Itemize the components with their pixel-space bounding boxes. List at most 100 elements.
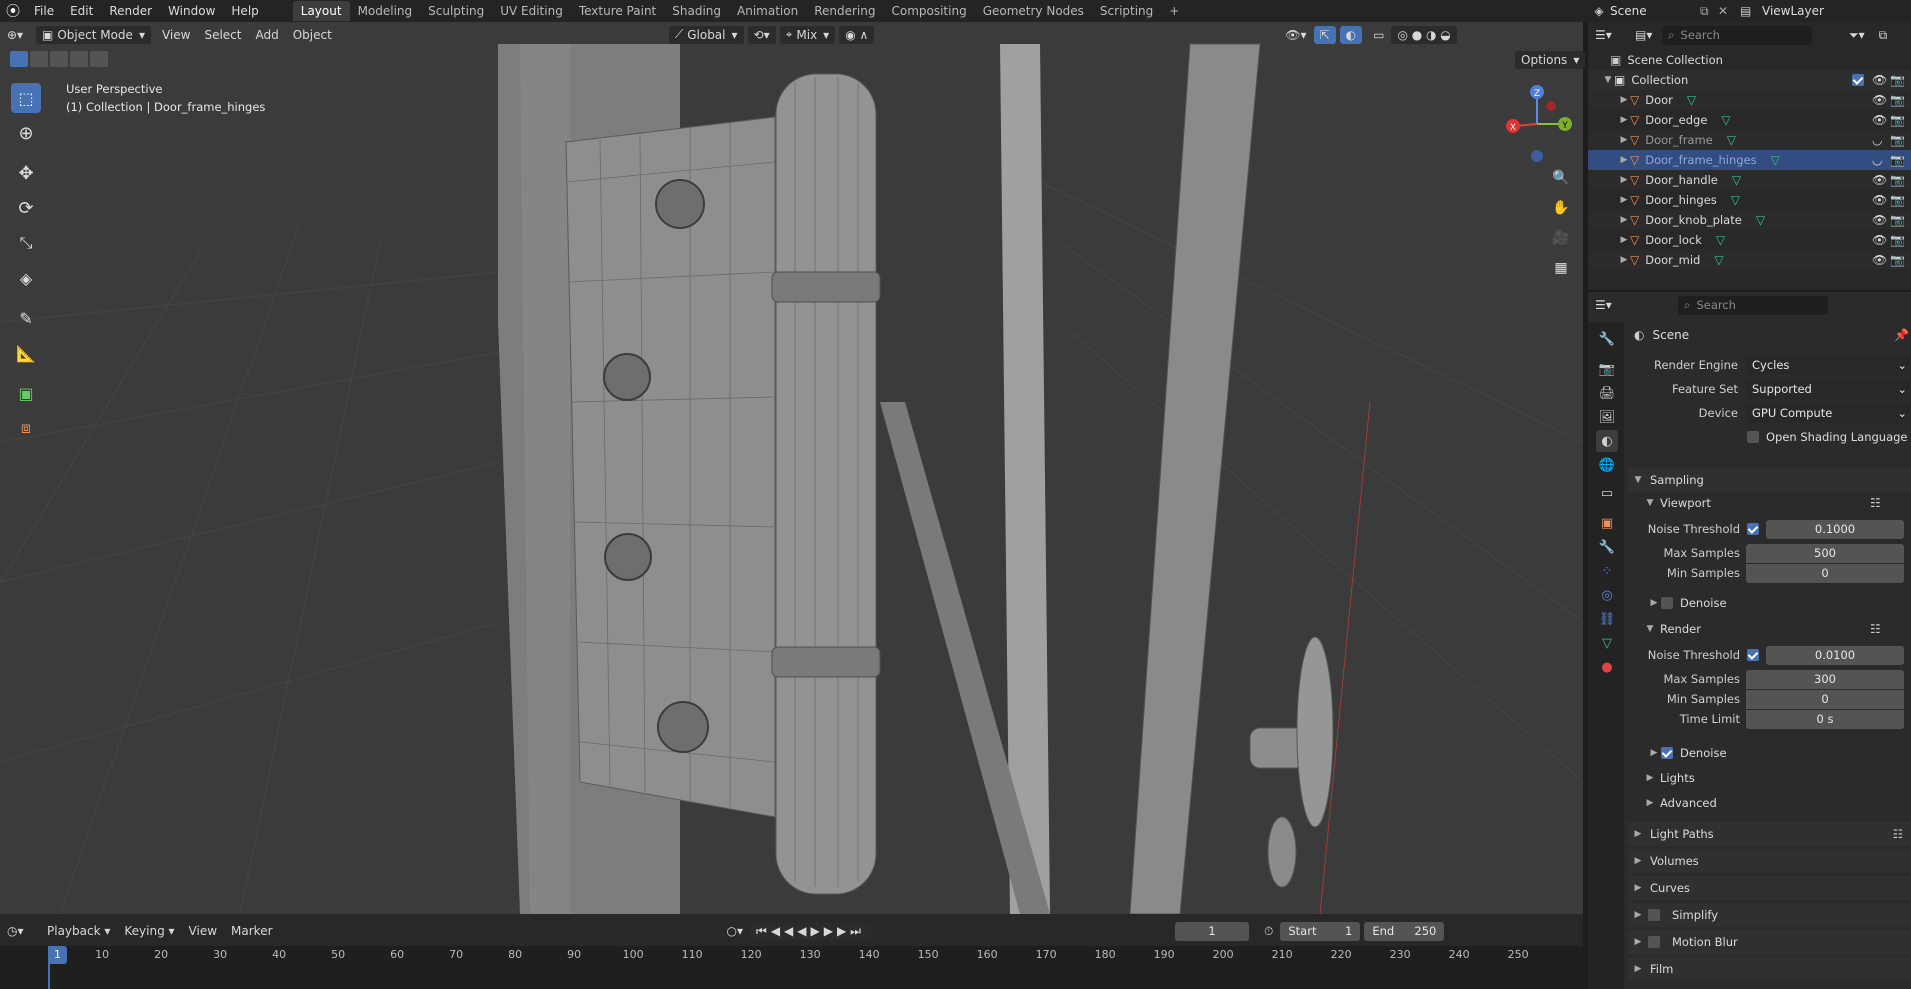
panel-motion-blur[interactable]: ▶ Motion Blur — [1628, 930, 1911, 954]
pivot-point-dropdown[interactable]: ⟲▾ — [747, 25, 776, 44]
camera-icon[interactable]: 📷 — [1890, 153, 1905, 167]
outliner-item[interactable]: ▶ ▽ Door_frame ▽ ◡ 📷 — [1588, 130, 1911, 150]
chevron-right-icon[interactable]: ▶ — [1618, 115, 1630, 125]
timeline-editor-icon[interactable]: ◷▾ — [0, 924, 40, 938]
transform-tool-icon[interactable]: ◈ — [11, 263, 41, 293]
menu-render[interactable]: Render — [101, 0, 160, 22]
list-menu-icon[interactable]: ☷ — [1870, 496, 1881, 510]
menu-playback[interactable]: Playback ▾ — [40, 924, 117, 938]
viewport-max-samples-field[interactable]: 500 — [1746, 543, 1904, 563]
eye-icon[interactable]: 👁 — [1872, 93, 1887, 107]
select-intersect-icon[interactable] — [90, 51, 108, 67]
select-box-tool-icon[interactable]: ⬚ — [11, 83, 41, 113]
osl-checkbox[interactable] — [1747, 431, 1759, 443]
viewport-denoise-row[interactable]: ▶ Denoise — [1588, 592, 1911, 614]
camera-icon[interactable]: 📷 — [1890, 253, 1905, 267]
add-cube-tool-icon[interactable]: ▣ — [11, 378, 41, 408]
tab-geometry-nodes[interactable]: Geometry Nodes — [975, 1, 1092, 21]
outliner-item[interactable]: ▶ ▽ Door_frame_hinges ▽ ◡ 📷 — [1588, 150, 1911, 170]
3d-viewport[interactable] — [0, 22, 1583, 914]
auto-keying-icon[interactable]: ○▾ — [720, 924, 751, 938]
tab-shading[interactable]: Shading — [664, 1, 729, 21]
camera-icon[interactable]: 📷 — [1890, 133, 1905, 147]
scale-tool-icon[interactable]: ⤡ — [11, 228, 41, 258]
viewport-denoise-checkbox[interactable] — [1661, 597, 1673, 609]
list-menu-icon[interactable]: ☷ — [1893, 827, 1903, 841]
timeline-ruler[interactable]: 1 10 20 30 40 50 60 70 80 90 100 110 120 130 140 150 16… — [0, 946, 1583, 989]
select-new-icon[interactable] — [10, 51, 28, 67]
properties-search-input[interactable]: ⌕ Search — [1678, 295, 1828, 315]
panel-light-paths[interactable]: ▶ Light Paths ☷ — [1628, 822, 1911, 846]
tab-texture-paint[interactable]: Texture Paint — [571, 1, 664, 21]
outliner-search-input[interactable]: ⌕ Search — [1662, 25, 1812, 45]
eye-icon[interactable]: 👁 — [1872, 213, 1887, 227]
panel-film[interactable]: ▶ Film — [1628, 957, 1911, 981]
menu-add[interactable]: Add — [248, 28, 285, 42]
menu-timeline-view[interactable]: View — [182, 924, 224, 938]
selection-mode-buttons[interactable] — [10, 50, 108, 68]
render-denoise-row[interactable]: ▶ Denoise — [1588, 742, 1911, 764]
outliner-editor-icon[interactable]: ☰▾ — [1588, 28, 1628, 42]
outliner-item[interactable]: ▶ ▽ Door_handle ▽ 👁 📷 — [1588, 170, 1911, 190]
camera-icon[interactable]: 📷 — [1890, 93, 1905, 107]
collection-include-checkbox[interactable] — [1852, 74, 1864, 86]
sampling-panel-header[interactable]: ▼ Sampling — [1628, 468, 1911, 492]
editor-type-icon[interactable]: ⊕▾ — [0, 28, 36, 42]
outliner-item[interactable]: ▶ ▽ Door_knob_plate ▽ 👁 📷 — [1588, 210, 1911, 230]
navigation-gizmo[interactable]: Z Y X — [1495, 82, 1579, 166]
feature-set-dropdown[interactable]: Supported ⌄ — [1746, 379, 1911, 399]
tab-uv-editing[interactable]: UV Editing — [492, 1, 571, 21]
camera-icon[interactable]: 📷 — [1890, 113, 1905, 127]
outliner-item[interactable]: ▶ ▽ Door ▽ 👁 📷 — [1588, 90, 1911, 110]
add-object-tool-icon[interactable]: ⧈ — [11, 413, 41, 443]
camera-icon[interactable]: 📷 — [1890, 213, 1905, 227]
camera-icon[interactable]: 📷 — [1890, 233, 1905, 247]
measure-tool-icon[interactable]: 📐 — [11, 338, 41, 368]
advanced-subpanel-header[interactable]: ▶ Advanced — [1588, 792, 1911, 814]
menu-marker[interactable]: Marker — [224, 924, 279, 938]
eye-icon[interactable]: ◡ — [1872, 153, 1882, 167]
outliner-item[interactable]: ▶ ▽ Door_mid ▽ 👁 📷 — [1588, 250, 1911, 270]
stopwatch-icon[interactable]: ⏱ — [1257, 924, 1280, 939]
overlay-toggle-icon[interactable]: ◐ — [1339, 25, 1363, 44]
chevron-right-icon[interactable]: ▶ — [1618, 95, 1630, 105]
blender-logo-icon[interactable]: ⦿ — [0, 1, 26, 21]
viewport-subpanel-header[interactable]: ▼ Viewport ☷ — [1588, 492, 1911, 514]
eye-icon[interactable]: 👁 — [1872, 253, 1887, 267]
add-workspace-button[interactable]: + — [1161, 1, 1187, 21]
new-scene-icon[interactable]: ⧉ — [1700, 4, 1718, 19]
menu-help[interactable]: Help — [223, 0, 266, 22]
tab-rendering[interactable]: Rendering — [806, 1, 883, 21]
select-subtract-icon[interactable] — [50, 51, 68, 67]
tab-compositing[interactable]: Compositing — [883, 1, 974, 21]
chevron-down-icon[interactable]: ▼ — [1602, 75, 1614, 85]
filter-icon[interactable]: ⏷▾ — [1842, 28, 1872, 43]
eye-icon[interactable]: 👁 — [1872, 233, 1887, 247]
pin-icon[interactable]: 📌 — [1894, 328, 1909, 342]
camera-icon[interactable]: 📷 — [1890, 73, 1905, 87]
eye-icon[interactable]: 👁 — [1872, 193, 1887, 207]
camera-icon[interactable]: 📷 — [1890, 193, 1905, 207]
gizmo-toggle-icon[interactable]: ⇱ — [1313, 25, 1336, 44]
outliner-item[interactable]: ▶ ▽ Door_edge ▽ 👁 📷 — [1588, 110, 1911, 130]
object-mode-dropdown[interactable]: ▣ Object Mode ▾ — [36, 25, 151, 44]
list-menu-icon[interactable]: ☷ — [1870, 622, 1881, 636]
collection-row[interactable]: ▼ ▣ Collection 👁 📷 — [1588, 70, 1911, 90]
camera-view-icon[interactable]: 🎥 — [1548, 225, 1574, 251]
chevron-right-icon[interactable]: ▶ — [1618, 255, 1630, 265]
menu-window[interactable]: Window — [160, 0, 223, 22]
lights-subpanel-header[interactable]: ▶ Lights — [1588, 767, 1911, 789]
outliner-item[interactable]: ▶ ▽ Door_lock ▽ 👁 📷 — [1588, 230, 1911, 250]
ortho-grid-icon[interactable]: ▦ — [1548, 255, 1574, 281]
move-tool-icon[interactable]: ✥ — [11, 158, 41, 188]
snap-dropdown[interactable]: ⌖ Mix ▾ — [779, 25, 836, 44]
rotate-tool-icon[interactable]: ⟳ — [11, 193, 41, 223]
menu-keying[interactable]: Keying ▾ — [117, 924, 181, 938]
transform-orientation-dropdown[interactable]: ⟋ Global ▾ — [668, 25, 744, 44]
eye-icon[interactable]: ◡ — [1872, 133, 1882, 147]
render-subpanel-header[interactable]: ▼ Render ☷ — [1588, 618, 1911, 640]
select-invert-icon[interactable] — [70, 51, 88, 67]
shading-mode-buttons[interactable]: ◎ ● ◑ ◒ — [1391, 25, 1457, 44]
panel-enable-checkbox[interactable] — [1648, 936, 1660, 948]
visibility-icon[interactable]: 👁▾ — [1278, 28, 1313, 42]
